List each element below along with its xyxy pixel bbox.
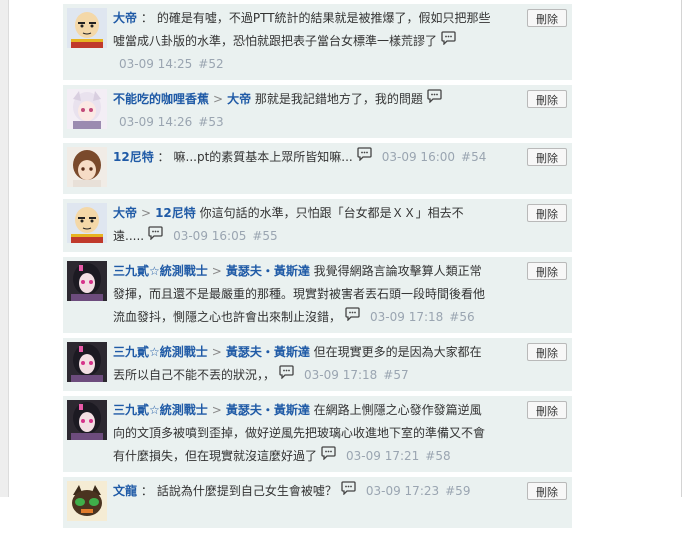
- delete-button[interactable]: 刪除: [527, 482, 567, 500]
- avatar[interactable]: [67, 342, 107, 382]
- comment-timestamp: 03-09 17:18: [370, 310, 444, 324]
- comment-username-link[interactable]: 12尼特: [113, 150, 154, 164]
- delete-button[interactable]: 刪除: [527, 401, 567, 419]
- reply-to-username-link[interactable]: 黃瑟夫・黃斯達: [226, 264, 310, 278]
- comment-timestamp: 03-09 17:23: [365, 484, 440, 498]
- reply-to-username-link[interactable]: 黃瑟夫・黃斯達: [226, 403, 310, 417]
- comment-username-link[interactable]: 三九貳☆統測戰士: [113, 403, 208, 417]
- delete-button[interactable]: 刪除: [527, 262, 567, 280]
- delete-button[interactable]: 刪除: [527, 204, 567, 222]
- comment-floor-number[interactable]: #58: [425, 449, 450, 463]
- comment-item: 三九貳☆統測戰士 > 黃瑟夫・黃斯達 在網路上惻隱之心發作發篇逆風向的文頂多被噴到歪…: [63, 396, 572, 473]
- comment-username-link[interactable]: 大帝: [113, 11, 137, 25]
- comment-item: 三九貳☆統測戰士 > 黃瑟夫・黃斯達 但在現實更多的是因為大家都在丟所以自己不能不丟…: [63, 338, 572, 392]
- delete-button[interactable]: 刪除: [527, 9, 567, 27]
- comment-text: 嘛...pt的素質基本上眾所皆知嘛...: [173, 150, 353, 164]
- comment-timestamp: 03-09 16:05: [173, 229, 247, 243]
- comment-username-link[interactable]: 文龍: [113, 484, 137, 498]
- comment-content: 三九貳☆統測戰士 > 黃瑟夫・黃斯達 但在現實更多的是因為大家都在丟所以自己不能不丟…: [113, 341, 492, 387]
- reply-arrow: >: [213, 92, 224, 106]
- comment-item: 三九貳☆統測戰士 > 黃瑟夫・黃斯達 我覺得網路言論攻擊算人類正常發揮，而且還不是最…: [63, 257, 572, 334]
- reply-to-username-link[interactable]: 12尼特: [155, 206, 196, 220]
- comment-floor-number[interactable]: #55: [252, 229, 277, 243]
- comment-floor-number[interactable]: #53: [198, 115, 223, 129]
- avatar[interactable]: [67, 89, 107, 129]
- comment-timestamp: 03-09 14:25: [119, 57, 193, 71]
- comment-item: 大帝 ：的確是有噓，不過PTT統計的結果就是被推爆了，假如只把那些噓當成八卦版的…: [63, 4, 572, 81]
- comment-timestamp: 03-09 14:26: [119, 115, 193, 129]
- reply-to-username-link[interactable]: 黃瑟夫・黃斯達: [226, 345, 310, 359]
- reply-arrow: >: [211, 264, 222, 278]
- comment-floor-number[interactable]: #52: [198, 57, 223, 71]
- comment-content: 三九貳☆統測戰士 > 黃瑟夫・黃斯達 我覺得網路言論攻擊算人類正常發揮，而且還不是最…: [113, 260, 492, 329]
- delete-button[interactable]: 刪除: [527, 90, 567, 108]
- reply-chat-icon[interactable]: [357, 146, 372, 169]
- avatar[interactable]: [67, 261, 107, 301]
- comment-timestamp: 03-09 16:00: [381, 150, 456, 164]
- reply-chat-icon[interactable]: [279, 364, 294, 387]
- comment-text: 話說為什麼提到自己女生會被噓？: [156, 484, 337, 498]
- comment-username-link[interactable]: 大帝: [113, 206, 137, 220]
- comment-content: 三九貳☆統測戰士 > 黃瑟夫・黃斯達 在網路上惻隱之心發作發篇逆風向的文頂多被噴到歪…: [113, 399, 492, 468]
- reply-chat-icon[interactable]: [427, 88, 442, 111]
- comment-colon: ：: [137, 484, 153, 498]
- comment-content: 12尼特 ：嘛...pt的素質基本上眾所皆知嘛... 03-09 16:00 #54: [113, 146, 492, 169]
- comment-text: 那就是我記錯地方了，我的問題: [254, 92, 423, 106]
- reply-chat-icon[interactable]: [341, 480, 356, 503]
- reply-arrow: >: [211, 345, 222, 359]
- comment-text: 的確是有噓，不過PTT統計的結果就是被推爆了，假如只把那些噓當成八卦版的水準，恐…: [113, 11, 491, 48]
- left-page-border: [0, 0, 9, 497]
- delete-button[interactable]: 刪除: [527, 343, 567, 361]
- reply-arrow: >: [211, 403, 222, 417]
- reply-arrow: >: [141, 206, 152, 220]
- comment-item: 大帝 >12尼特 你這句話的水準，只怕跟「台女都是ＸＸ」相去不遠..... 03-0…: [63, 199, 572, 253]
- reply-to-username-link[interactable]: 大帝: [227, 92, 251, 106]
- reply-chat-icon[interactable]: [441, 30, 456, 53]
- comment-content: 大帝 >12尼特 你這句話的水準，只怕跟「台女都是ＸＸ」相去不遠..... 03-0…: [113, 202, 492, 248]
- avatar[interactable]: [67, 203, 107, 243]
- scrollbar-track[interactable]: [681, 0, 682, 497]
- reply-chat-icon[interactable]: [345, 306, 360, 329]
- comment-list: 大帝 ：的確是有噓，不過PTT統計的結果就是被推爆了，假如只把那些噓當成八卦版的…: [63, 4, 572, 533]
- avatar[interactable]: [67, 8, 107, 48]
- comment-item: 12尼特 ：嘛...pt的素質基本上眾所皆知嘛... 03-09 16:00 #54…: [63, 143, 572, 195]
- comment-username-link[interactable]: 三九貳☆統測戰士: [113, 264, 208, 278]
- comment-floor-number[interactable]: #54: [461, 150, 486, 164]
- avatar[interactable]: [67, 147, 107, 187]
- comment-floor-number[interactable]: #59: [445, 484, 470, 498]
- comment-timestamp: 03-09 17:21: [346, 449, 420, 463]
- comment-content: 文龍 ：話說為什麼提到自己女生會被噓？ 03-09 17:23 #59: [113, 480, 492, 503]
- comment-floor-number[interactable]: #57: [383, 368, 408, 382]
- comment-username-link[interactable]: 三九貳☆統測戰士: [113, 345, 208, 359]
- delete-button[interactable]: 刪除: [527, 148, 567, 166]
- reply-chat-icon[interactable]: [148, 225, 163, 248]
- comment-username-link[interactable]: 不能吃的咖哩香蕉: [113, 92, 209, 106]
- comment-timestamp: 03-09 17:18: [304, 368, 378, 382]
- comment-item: 不能吃的咖哩香蕉 > 大帝 那就是我記錯地方了，我的問題 03-09 14:26 #53…: [63, 85, 572, 139]
- comment-colon: ：: [137, 11, 153, 25]
- reply-chat-icon[interactable]: [321, 445, 336, 468]
- comment-colon: ：: [153, 150, 170, 164]
- comment-item: 文龍 ：話說為什麼提到自己女生會被噓？ 03-09 17:23 #59 刪除: [63, 477, 572, 529]
- comment-content: 不能吃的咖哩香蕉 > 大帝 那就是我記錯地方了，我的問題 03-09 14:26 #53: [113, 88, 492, 134]
- avatar[interactable]: [67, 481, 107, 521]
- comment-content: 大帝 ：的確是有噓，不過PTT統計的結果就是被推爆了，假如只把那些噓當成八卦版的…: [113, 7, 492, 76]
- comment-floor-number[interactable]: #56: [449, 310, 474, 324]
- avatar[interactable]: [67, 400, 107, 440]
